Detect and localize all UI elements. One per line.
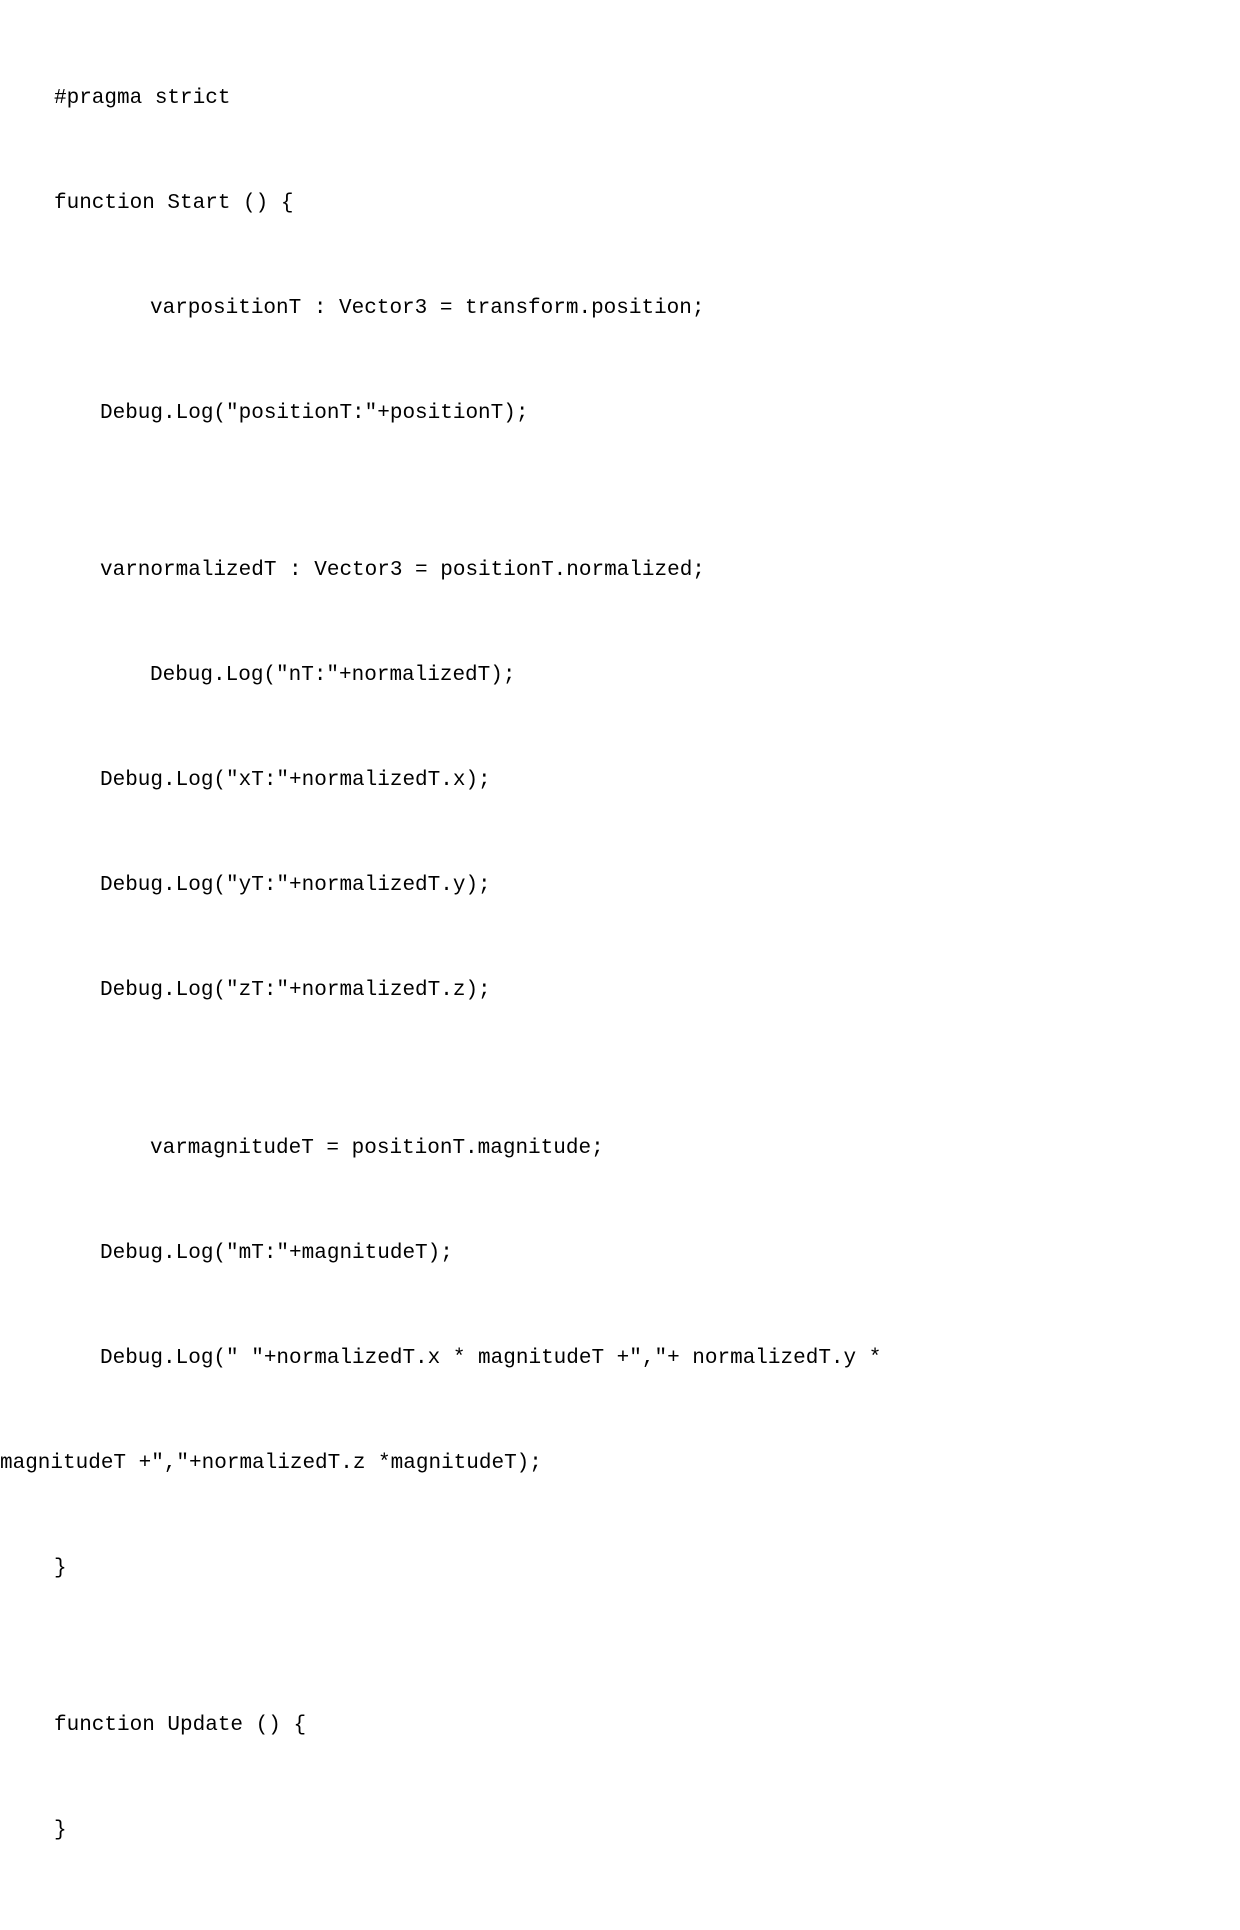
code-line: function Update () {	[0, 1700, 1240, 1753]
code-line: Debug.Log(" "+normalizedT.x * magnitudeT…	[0, 1333, 1240, 1386]
code-line: Debug.Log("positionT:"+positionT);	[0, 388, 1240, 441]
code-line: varmagnitudeT = positionT.magnitude;	[0, 1123, 1240, 1176]
code-line: #pragma strict	[0, 73, 1240, 126]
code-line: function Start () {	[0, 178, 1240, 231]
code-line: Debug.Log("zT:"+normalizedT.z);	[0, 965, 1240, 1018]
code-line: magnitudeT +","+normalizedT.z *magnitude…	[0, 1438, 1240, 1491]
code-line: Debug.Log("nT:"+normalizedT);	[0, 650, 1240, 703]
code-line: }	[0, 1543, 1240, 1596]
code-line: Debug.Log("xT:"+normalizedT.x);	[0, 755, 1240, 808]
code-line: varnormalizedT : Vector3 = positionT.nor…	[0, 545, 1240, 598]
code-line: Debug.Log("yT:"+normalizedT.y);	[0, 860, 1240, 913]
code-block: #pragma strict function Start () { varpo…	[0, 0, 1240, 1930]
code-line: varpositionT : Vector3 = transform.posit…	[0, 283, 1240, 336]
code-line: }	[0, 1805, 1240, 1858]
code-line: Debug.Log("mT:"+magnitudeT);	[0, 1228, 1240, 1281]
